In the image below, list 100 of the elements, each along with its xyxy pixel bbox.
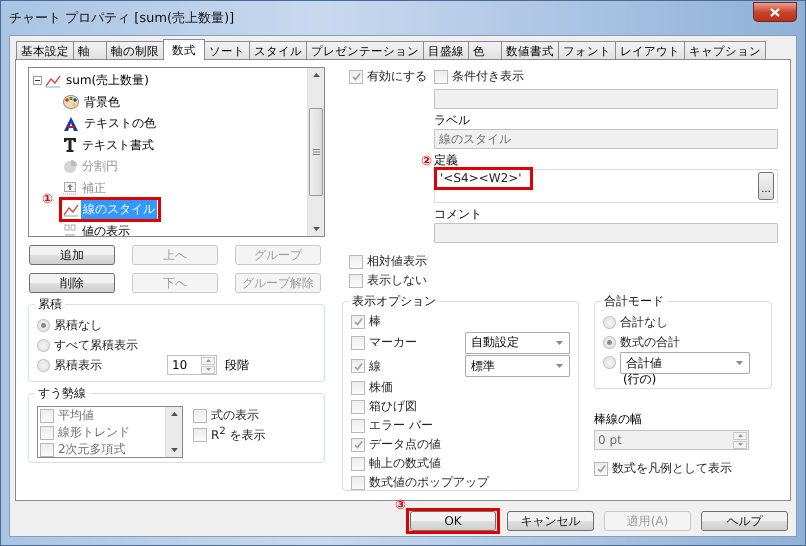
tab[interactable]: 色 xyxy=(468,41,502,59)
checkbox[interactable] xyxy=(40,426,54,440)
spinner-field[interactable]: 0 pt xyxy=(594,430,749,450)
dropdown[interactable]: 自動設定 xyxy=(465,332,570,354)
checkbox[interactable] xyxy=(351,314,365,328)
checkbox[interactable] xyxy=(351,418,365,432)
radio-label: 数式の合計 xyxy=(620,334,680,350)
tab[interactable]: 数値書式 xyxy=(501,41,559,59)
tab[interactable]: ソート xyxy=(204,41,250,59)
pie-icon xyxy=(63,160,77,174)
checkbox[interactable] xyxy=(40,442,54,456)
field-label: コメント xyxy=(434,206,483,223)
radio-button[interactable] xyxy=(603,336,616,348)
number-icon xyxy=(63,224,77,236)
radio-button[interactable] xyxy=(603,316,616,328)
line-chart-icon xyxy=(45,74,61,88)
definition-field[interactable]: '<S4><W2>' ... xyxy=(434,169,778,203)
button[interactable]: OK xyxy=(410,511,496,531)
button[interactable]: ヘルプ xyxy=(701,511,788,531)
caret-icon xyxy=(556,364,563,368)
checkbox-label: 平均値 xyxy=(58,407,94,424)
checkbox[interactable] xyxy=(434,70,448,84)
checkbox-label: 箱ひげ図 xyxy=(369,398,417,415)
spin-up-button[interactable] xyxy=(733,432,747,440)
scrollbar[interactable] xyxy=(307,68,324,236)
checkbox[interactable] xyxy=(40,408,54,422)
tree-item[interactable]: 背景色 xyxy=(82,92,122,112)
scrollbar-thumb[interactable] xyxy=(309,108,323,196)
tab[interactable]: 数式 xyxy=(163,39,205,60)
spin-up-button[interactable] xyxy=(201,356,215,364)
field-label: 定義 xyxy=(434,152,459,169)
field-label: 棒線の幅 xyxy=(594,411,643,428)
tab[interactable]: 基本設定 xyxy=(16,41,74,59)
tab[interactable]: フォント xyxy=(558,41,616,59)
comment-field[interactable] xyxy=(434,223,778,243)
group-title: 累積 xyxy=(37,296,63,313)
checkbox[interactable] xyxy=(351,380,365,394)
tab[interactable]: キャプション xyxy=(684,41,766,59)
checkbox-label: 棒 xyxy=(369,313,381,330)
checkbox-label: 数式値のポップアップ xyxy=(369,474,489,491)
tab[interactable]: 軸の制限 xyxy=(106,41,164,59)
radio-button[interactable] xyxy=(37,318,50,332)
condition-field[interactable] xyxy=(434,89,778,109)
checkbox-label: 株価 xyxy=(369,379,393,396)
checkbox[interactable] xyxy=(351,456,365,470)
checkbox-label: 有効にする xyxy=(367,68,427,85)
checkbox-label: 表示しない xyxy=(367,272,427,289)
up-arrow-box-icon xyxy=(63,181,77,196)
radio-label: 累積なし xyxy=(54,316,102,334)
tab[interactable]: 軸 xyxy=(73,41,107,59)
color-triangle-icon xyxy=(63,116,79,131)
tree-item[interactable]: テキストの色 xyxy=(82,114,158,134)
checkbox[interactable] xyxy=(351,336,365,350)
browse-button[interactable]: ... xyxy=(758,172,774,200)
checkbox[interactable] xyxy=(349,274,363,288)
radio-button[interactable] xyxy=(37,358,50,372)
t-shape-icon xyxy=(63,138,77,152)
checkbox[interactable] xyxy=(193,408,207,422)
label-field[interactable]: 線のスタイル xyxy=(434,129,778,149)
button[interactable]: 追加 xyxy=(29,245,115,265)
scrollbar[interactable] xyxy=(165,407,182,457)
checkbox[interactable] xyxy=(193,428,207,442)
close-button[interactable] xyxy=(753,2,797,22)
tree-item[interactable]: 値の表示 xyxy=(80,222,132,236)
checkbox-label: データ点の値 xyxy=(369,436,441,453)
spinner-field[interactable]: 10 xyxy=(167,355,217,375)
tab[interactable]: プレゼンテーション xyxy=(306,41,424,59)
up-arrow-icon xyxy=(738,434,742,437)
group-title: 合計モード xyxy=(603,293,665,310)
collapse-icon[interactable] xyxy=(33,76,42,86)
down-arrow-icon xyxy=(206,368,210,371)
down-arrow-icon xyxy=(738,443,742,446)
field-label: (行の) xyxy=(622,371,658,388)
checkbox-label: R$^{2}$ を表示 xyxy=(211,426,266,444)
checkbox[interactable] xyxy=(594,462,608,476)
checkbox-label: 線形トレンド xyxy=(58,424,130,441)
checkbox[interactable] xyxy=(351,476,365,490)
dropdown[interactable]: 合計値 xyxy=(620,352,750,374)
checkbox[interactable] xyxy=(351,400,365,414)
tree-item[interactable]: テキスト書式 xyxy=(80,136,156,155)
checkbox[interactable] xyxy=(349,70,363,84)
radio-label: 累積表示 xyxy=(54,356,102,374)
checkbox[interactable] xyxy=(349,254,363,268)
tab[interactable]: スタイル xyxy=(249,41,307,59)
tab[interactable]: 目盛線 xyxy=(423,41,469,59)
dropdown[interactable]: 標準 xyxy=(465,355,570,378)
spin-down-button[interactable] xyxy=(733,440,747,448)
checkbox[interactable] xyxy=(351,438,365,452)
checkbox[interactable] xyxy=(351,359,365,374)
tree-item[interactable]: sum(売上数量) xyxy=(64,71,151,90)
tab[interactable]: レイアウト xyxy=(615,41,685,59)
radio-button[interactable] xyxy=(603,356,616,368)
button[interactable]: 削除 xyxy=(29,273,115,293)
callout-number: ② xyxy=(421,155,432,168)
radio-button[interactable] xyxy=(37,338,50,352)
spin-down-button[interactable] xyxy=(201,366,215,374)
checkbox-label: 条件付き表示 xyxy=(452,68,524,85)
up-arrow-icon xyxy=(312,73,320,77)
checkbox-label: エラー バー xyxy=(369,417,433,434)
button[interactable]: キャンセル xyxy=(507,511,594,531)
